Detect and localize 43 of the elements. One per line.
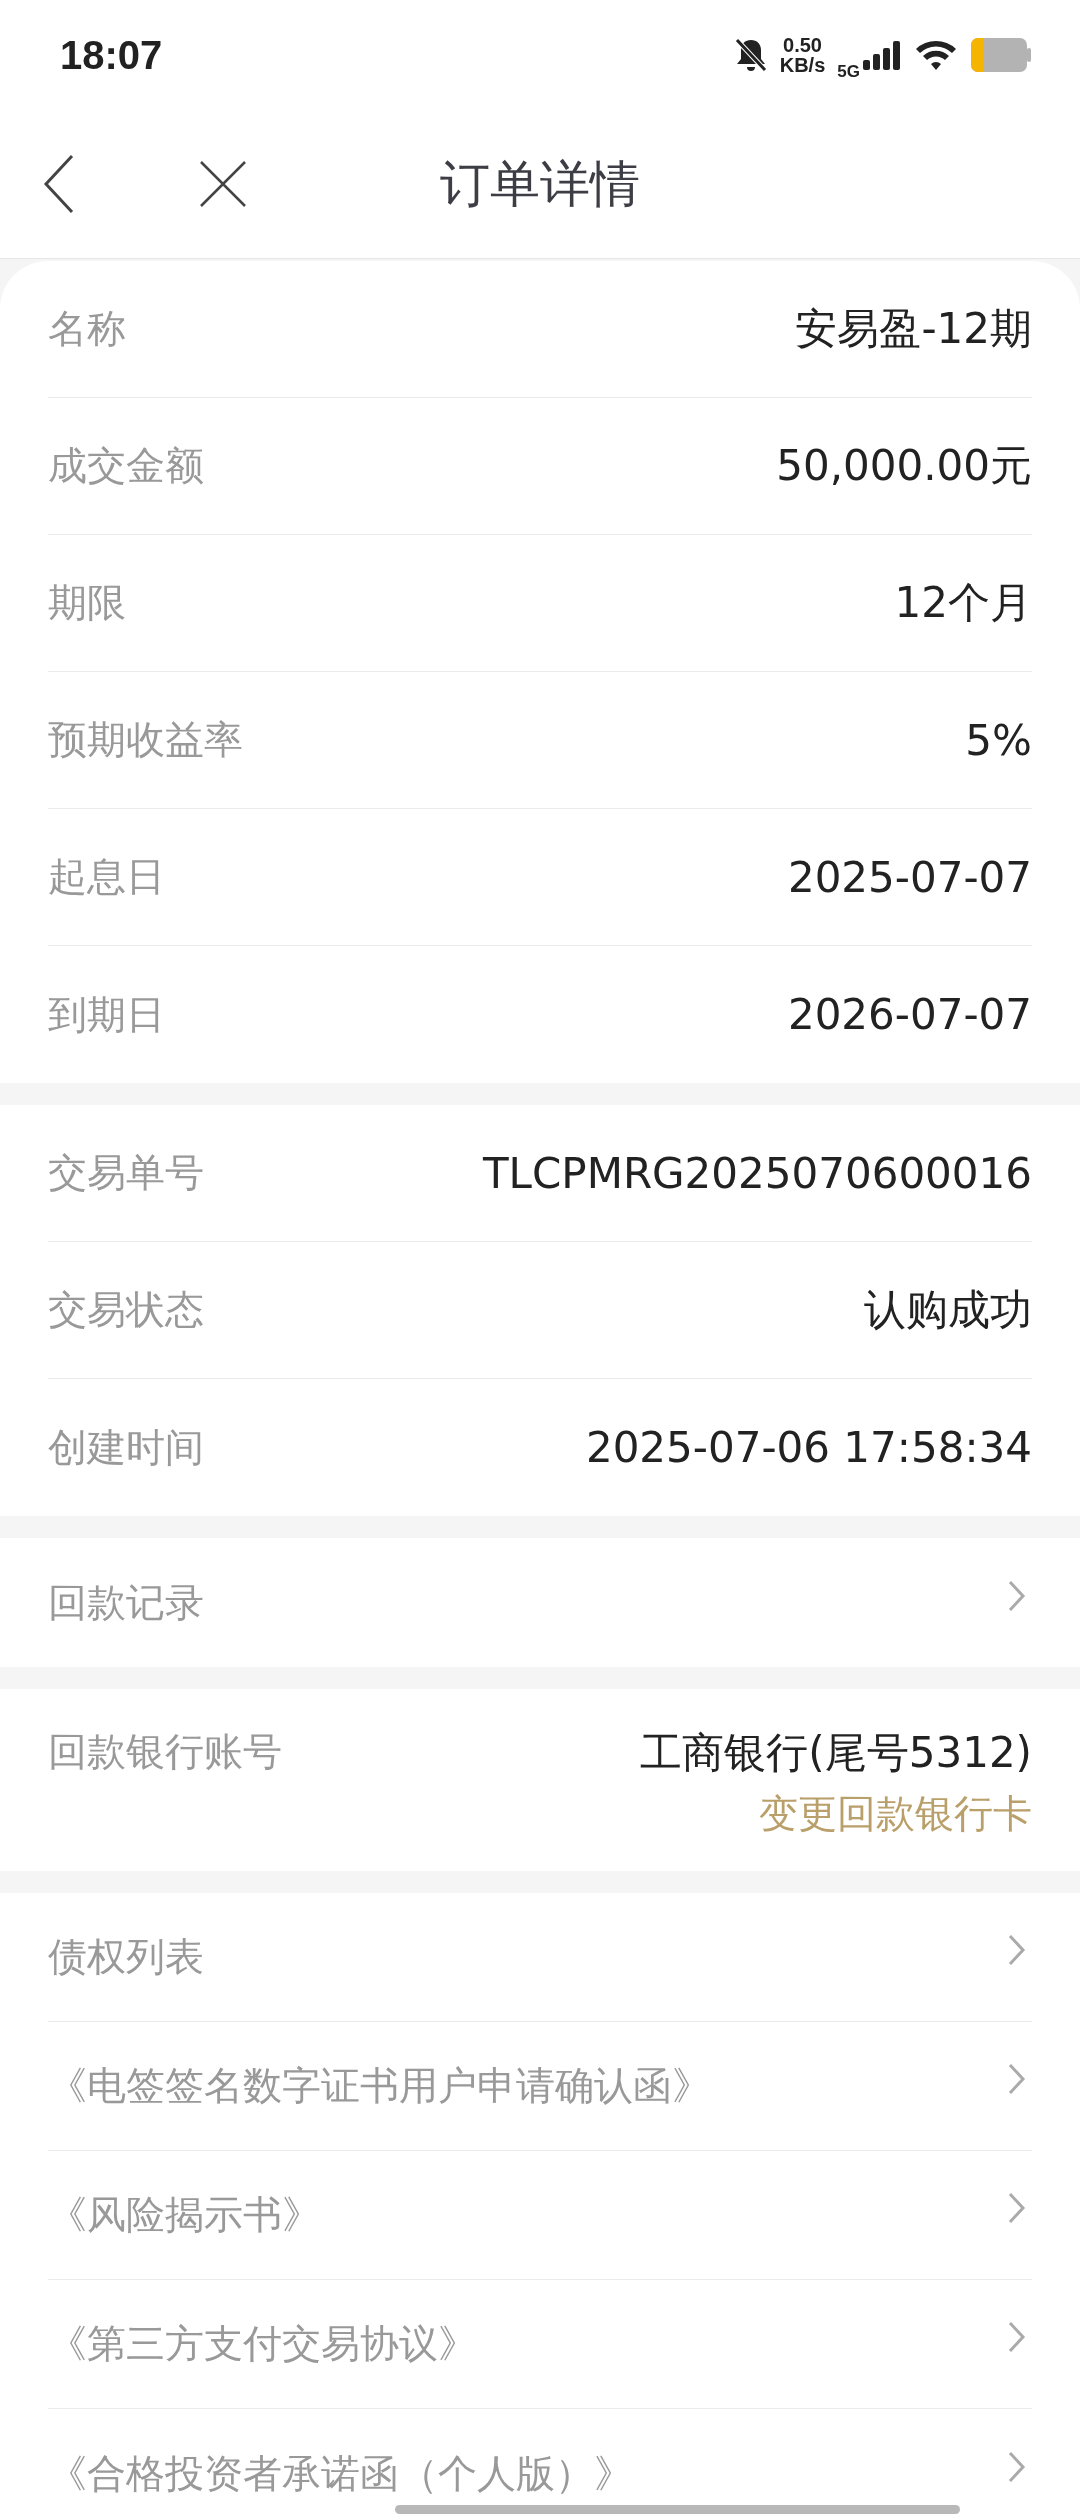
change-card-link[interactable]: 变更回款银行卡 [759,1787,1032,1841]
chevron-right-icon [1008,1934,1026,1966]
field-value: 工商银行(尾号5312) [640,1727,1032,1779]
back-icon[interactable] [42,154,76,214]
chevron-right-icon [1008,2192,1026,2224]
field-label: 预期收益率 [48,716,243,764]
bell-muted-icon [733,37,768,73]
close-icon[interactable] [200,161,246,207]
field-label: 交易状态 [48,1286,204,1334]
chevron-right-icon [1008,1579,1026,1612]
chevron-right-icon [1008,2450,1026,2483]
link-item[interactable]: 《第三方支付交易协议》 [48,2317,477,2371]
field-value: 5% [965,715,1032,765]
page-title: 订单详情 [440,153,640,215]
field-value: 认购成功 [864,1284,1032,1336]
chevron-right-icon [1008,2063,1026,2095]
network-type: 5G [837,62,860,82]
field-label: 期限 [48,579,126,627]
field-value: 2025-07-07 [787,852,1032,902]
field-value: 2025-07-06 17:58:34 [585,1423,1032,1472]
field-value: 12个月 [894,577,1032,629]
field-label: 交易单号 [48,1149,204,1197]
field-label: 起息日 [48,853,165,901]
chevron-right-icon [1008,2321,1026,2353]
link-item[interactable]: 《风险揭示书》 [48,2188,321,2242]
net-unit: KB/s [779,55,826,75]
field-label: 名称 [48,305,126,353]
field-label: 到期日 [48,990,165,1039]
link-item[interactable]: 《电签签名数字证书用户申请确认函》 [48,2059,711,2113]
field-label: 成交金额 [48,442,204,490]
field-label: 回款银行账号 [48,1728,282,1776]
link-item[interactable]: 回款记录 [48,1575,204,1630]
field-value: 安易盈-12期 [795,303,1032,355]
status-time: 18:07 [60,32,163,78]
field-value: 50,000.00元 [776,440,1032,492]
field-value: TLCPMRG2025070600016 [482,1148,1032,1198]
link-item[interactable]: 债权列表 [48,1930,204,1984]
signal-icon [862,40,902,70]
field-value: 2026-07-07 [787,990,1032,1039]
field-label: 创建时间 [48,1423,204,1472]
link-item[interactable]: 《合格投资者承诺函（个人版）》 [48,2446,633,2501]
net-speed: 0.50 [783,35,822,55]
battery-icon [970,37,1032,73]
